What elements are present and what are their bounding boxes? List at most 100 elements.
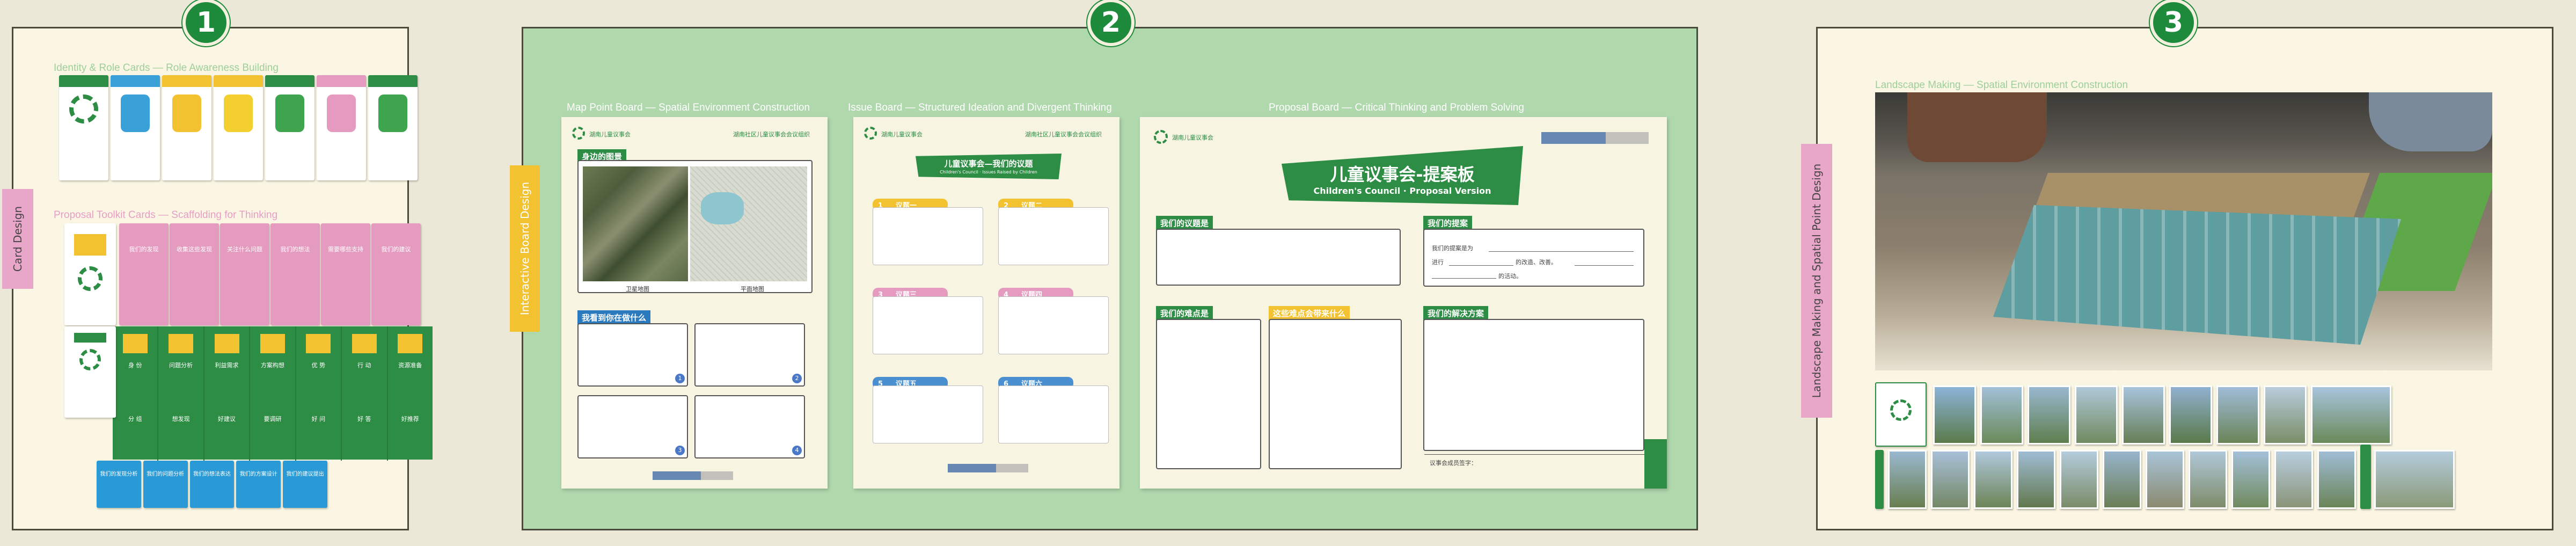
org-logo (864, 127, 877, 140)
proposal-board-footer-strip-right (1644, 439, 1667, 489)
org-logo (572, 127, 585, 140)
org-name: 湖南儿童议事会 (881, 131, 923, 138)
toolkit-blue-card: 我们的发现分析 (97, 461, 141, 508)
toolkit-card-title: 关注什么问题 (227, 246, 262, 253)
toolkit-card-title: 我们的建议 (381, 246, 411, 253)
toolkit-green-sub: 分 组 (128, 416, 142, 423)
issue-board-title: 儿童议事会—我们的议题 (944, 159, 1033, 169)
toolkit-green-sub: 要调研 (264, 416, 282, 423)
toolkit-blue-row: 我们的发现分析 我们的问题分析 我们的想法表达 我们的方案设计 我们的建议提出 (97, 461, 327, 508)
toolkit-pink-card: 收集这些发现 (170, 223, 219, 325)
toolkit-pink-card: 关注什么问题 (220, 223, 269, 325)
thumb-photo (2216, 385, 2259, 445)
solution-box[interactable] (1423, 319, 1644, 451)
thumb-photo (1888, 450, 1927, 509)
toolkit-blue-card: 我们的建议提出 (283, 461, 327, 508)
note-box[interactable] (577, 323, 688, 387)
note-number: 3 (675, 446, 685, 455)
org-logo (1154, 130, 1168, 144)
thumb-card (1875, 450, 1884, 509)
side-tab-label: Card Design (11, 206, 25, 272)
note-box[interactable] (577, 395, 688, 458)
thumb-photo (2028, 385, 2070, 445)
thumb-photo (2122, 385, 2165, 445)
proposal-rule (1432, 278, 1496, 279)
toolkit-green-sub: 好 答 (357, 416, 371, 423)
issue-box-1[interactable] (873, 207, 983, 265)
identity-card (162, 75, 211, 180)
issue-box-5[interactable] (873, 385, 983, 443)
satellite-map-image (583, 166, 688, 281)
toolkit-green-sub: 好推荐 (401, 416, 419, 423)
toolkit-blue-label: 我们的问题分析 (147, 471, 185, 477)
thumb-photo (1974, 450, 2012, 509)
thumb-photo (2017, 450, 2055, 509)
note-box[interactable] (694, 395, 805, 458)
identity-card (265, 75, 314, 180)
toolkit-green-label: 问题分析 (169, 362, 193, 369)
identity-card (214, 75, 263, 180)
toolkit-green-label: 身 份 (128, 362, 142, 369)
side-tab-interactive-board: Interactive Board Design (510, 165, 540, 332)
toolkit-cover-card (64, 223, 116, 325)
issue-box-4[interactable] (998, 296, 1109, 354)
impact-box[interactable] (1269, 319, 1402, 469)
toolkit-blue-card: 我们的想法表达 (189, 461, 235, 508)
proposal-board-label: Proposal Board — Critical Thinking and P… (1269, 102, 1524, 113)
difficulty-box[interactable] (1156, 319, 1261, 469)
topic-box[interactable] (1156, 229, 1401, 286)
toolkit-blue-label: 我们的发现分析 (100, 471, 138, 477)
identity-card (368, 75, 418, 180)
thumb-card (2360, 445, 2371, 509)
identity-card (59, 75, 108, 180)
toolkit-pink-card: 我们的想法 (270, 223, 320, 325)
landscape-model-photo (1875, 92, 2492, 370)
toolkit-pink-row: 我们的发现 收集这些发现 关注什么问题 我们的想法 需要哪些支持 我们的建议 (64, 223, 421, 325)
proposal-line-4: 的活动。 (1498, 273, 1522, 280)
proposal-header-solution: 我们的解决方案 (1423, 306, 1489, 321)
thumb-photo (2274, 450, 2313, 509)
issue-box-3[interactable] (873, 296, 983, 354)
proposal-rule (1449, 265, 1513, 266)
plan-map-image (690, 166, 807, 281)
thumb-card (1875, 382, 1927, 447)
org-name: 湖南儿童议事会 (589, 131, 631, 138)
note-box[interactable] (694, 323, 805, 387)
thumb-photo (2374, 450, 2455, 509)
thumb-photo (2317, 450, 2356, 509)
landscape-thumbnails (1875, 382, 2492, 511)
university-logo (1541, 132, 1649, 144)
model-buildings (1993, 205, 2401, 345)
thumb-photo (2169, 385, 2212, 445)
issue-box-2[interactable] (998, 207, 1109, 265)
section-header: 我看到你在做什么 (577, 310, 651, 325)
side-tab-label: Interactive Board Design (518, 181, 531, 316)
toolkit-cover-card (64, 326, 116, 418)
toolkit-blue-label: 我们的方案设计 (239, 471, 277, 477)
side-tab-card-design: Card Design (2, 189, 33, 289)
toolkit-blue-label: 我们的想法表达 (193, 471, 231, 477)
model-hand-left (1907, 92, 2047, 162)
thumb-photo (2264, 385, 2307, 445)
toolkit-cards-label: Proposal Toolkit Cards — Scaffolding for… (54, 209, 278, 221)
toolkit-blue-label: 我们的建议提出 (286, 471, 324, 477)
toolkit-green-sub: 好 问 (311, 416, 326, 423)
thumb-photo (1980, 385, 2023, 445)
map-point-board: 湖南儿童议事会 湖南社区儿童议事会会议组织 身边的图景 卫星地图 平面地图 我看… (561, 117, 828, 489)
issue-board-subtitle: Children's Council · Issues Raised by Ch… (940, 170, 1037, 174)
proposal-line-2: 进行 (1432, 259, 1444, 266)
proposal-header-proposal: 我们的提案 (1423, 216, 1473, 230)
model-hand-right (2369, 92, 2492, 151)
issue-board-label: Issue Board — Structured Ideation and Di… (848, 102, 1112, 113)
org-name-right: 湖南社区儿童议事会会议组织 (1025, 131, 1102, 138)
issue-box-6[interactable] (998, 385, 1109, 443)
identity-card (111, 75, 160, 180)
proposal-line-3: 的改造、改善。 (1516, 259, 1557, 266)
proposal-rule (1489, 251, 1634, 252)
org-name-right: 湖南社区儿童议事会会议组织 (733, 131, 810, 138)
proposal-header-impact: 这些难点会带来什么 (1269, 306, 1350, 321)
toolkit-green-sub: 好建议 (218, 416, 236, 423)
toolkit-card-title: 我们的想法 (280, 246, 310, 253)
toolkit-green-label: 资源准备 (398, 362, 422, 369)
toolkit-green-label: 利益需求 (215, 362, 239, 369)
